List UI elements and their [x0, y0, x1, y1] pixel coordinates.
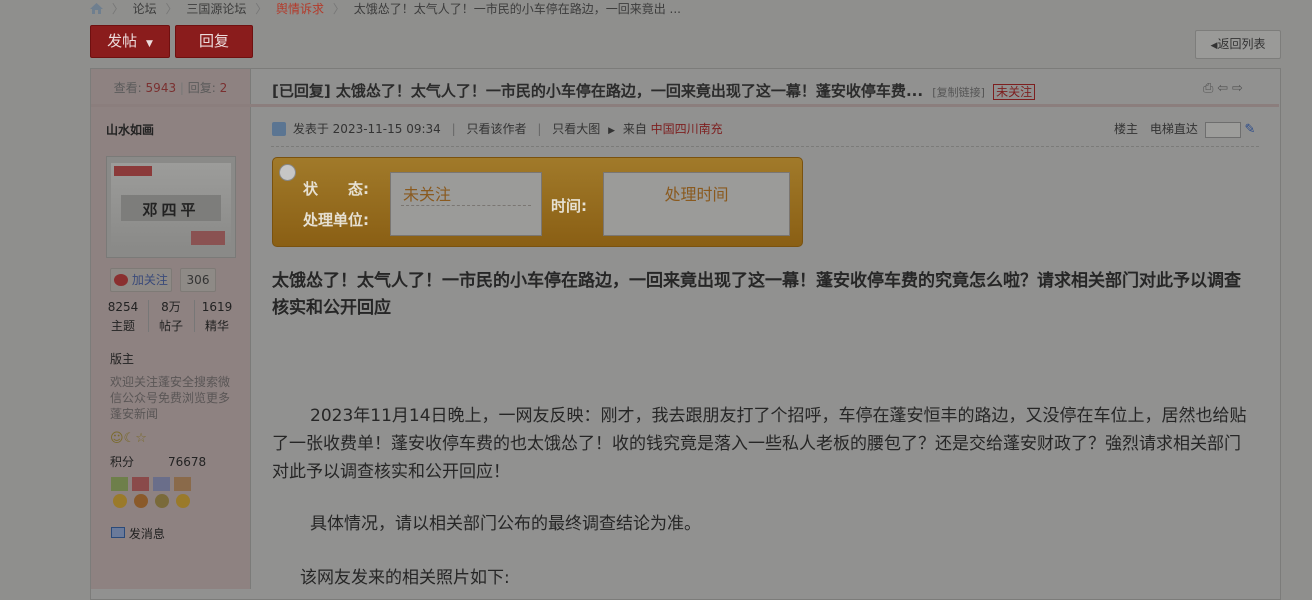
- column-divider: [250, 69, 251, 589]
- weibo-icon: [114, 274, 128, 286]
- back-to-list-button[interactable]: ◀返回列表: [1195, 30, 1281, 59]
- reply-button[interactable]: 回复: [175, 25, 253, 58]
- triangle-right-icon: ▶: [608, 126, 615, 136]
- breadcrumb-sanguoyuan[interactable]: 三国源论坛: [186, 0, 246, 18]
- points-label: 积分: [110, 455, 135, 469]
- status-gear-icon: [279, 164, 296, 181]
- thread-stats: 查看: 5943 | 回复: 2: [113, 81, 228, 95]
- status-value: 未关注: [403, 185, 452, 204]
- author-name[interactable]: 山水如画: [106, 121, 154, 138]
- post-headline: 太饿怂了！太气人了！一市民的小车停在路边，一回来竟出现了这一幕！蓬安收停车费的究…: [272, 271, 1241, 318]
- status-field-divider: [401, 205, 531, 206]
- status-label: 状 态:: [303, 180, 369, 198]
- time-value: 处理时间: [664, 185, 729, 204]
- level-icons: ☺☾☆: [110, 431, 147, 446]
- post-paragraph-1: 2023年11月14日晚上，一网友反映：刚才，我去跟朋友打了个招呼，车停在蓬安恒…: [272, 406, 1247, 482]
- home-icon[interactable]: [90, 0, 103, 19]
- avatar-image: 邓四平: [111, 163, 231, 249]
- stat-posts[interactable]: 8万 帖子: [146, 299, 196, 335]
- jump-pen-icon[interactable]: ✎: [1245, 122, 1256, 137]
- printer-icon[interactable]: ⎙: [1203, 81, 1213, 96]
- post-paragraph-2: 具体情况，请以相关部门公布的最终调查结论为准。: [310, 514, 701, 534]
- post-paragraph-3: 该网友发来的相关照片如下:: [300, 568, 510, 588]
- elevator-label: 电梯直达: [1149, 122, 1198, 136]
- avatar-text: 邓四平: [142, 201, 200, 219]
- location-link[interactable]: 中国四川南充: [651, 122, 723, 136]
- prev-arrow-icon[interactable]: ⇦: [1217, 81, 1228, 96]
- medal-icon: [110, 476, 192, 510]
- header-divider: [91, 104, 1279, 107]
- floor-tools: 楼主 电梯直达 ✎: [1114, 121, 1255, 138]
- followers-count: 306: [180, 268, 216, 292]
- replies-count: 2: [219, 81, 228, 95]
- back-to-list-label: 返回列表: [1217, 37, 1266, 51]
- posted-label: 发表于: [292, 122, 329, 136]
- send-message-link[interactable]: 发消息: [111, 525, 165, 542]
- stat-digest[interactable]: 1619 精华: [192, 299, 242, 335]
- post-button-label: 发帖: [107, 32, 138, 50]
- time-field: 处理时间: [603, 172, 790, 236]
- chevron-down-icon: ▼: [145, 39, 153, 49]
- replies-label: 回复:: [187, 81, 216, 95]
- time-label: 时间:: [551, 197, 587, 215]
- avatar-logo: [114, 166, 152, 176]
- author-only-link[interactable]: 只看该作者: [467, 122, 527, 136]
- unit-label: 处理单位:: [303, 211, 369, 229]
- status-box: 状 态: 处理单位: 未关注 时间: 处理时间: [272, 157, 803, 247]
- post-button[interactable]: 发帖 ▼: [90, 25, 170, 58]
- copy-link[interactable]: [复制链接]: [932, 86, 985, 99]
- breadcrumb-current: 太饿怂了！太气人了！一市民的小车停在路边，一回来竟出 ...: [353, 2, 681, 16]
- views-label: 查看:: [113, 81, 142, 95]
- stat-posts-label: 帖子: [158, 319, 183, 333]
- user-post-icon: [272, 122, 286, 136]
- follow-status-badge: 未关注: [993, 84, 1036, 100]
- next-arrow-icon[interactable]: ⇨: [1232, 81, 1243, 96]
- author-role: 版主: [110, 352, 135, 366]
- stat-topics[interactable]: 8254 主题: [98, 299, 148, 335]
- stat-topics-label: 主题: [110, 319, 135, 333]
- avatar-red-tag: [191, 231, 225, 245]
- views-count: 5943: [145, 81, 177, 95]
- points-value: 76678: [168, 455, 207, 469]
- mail-icon: [111, 527, 125, 538]
- status-field: 未关注: [390, 172, 542, 236]
- breadcrumb-complaints[interactable]: 舆情诉求: [276, 0, 324, 18]
- post-meta: 发表于 2023-11-15 09:34 | 只看该作者 | 只看大图 ▶ 来自…: [272, 121, 723, 137]
- stat-posts-value: 8万: [161, 300, 181, 314]
- breadcrumb-forum[interactable]: 论坛: [133, 0, 157, 18]
- post-title-row: [已回复] 太饿怂了！太气人了！一市民的小车停在路边，一回来竟出现了这一幕！蓬安…: [272, 80, 1036, 101]
- stat-topics-value: 8254: [107, 300, 139, 314]
- author-signature: 欢迎关注蓬安全搜索微信公众号免费浏览更多蓬安新闻: [110, 375, 231, 421]
- floor-label: 楼主: [1114, 122, 1139, 136]
- meta-divider: [271, 146, 1259, 147]
- posted-time: 2023-11-15 09:34: [332, 122, 441, 136]
- big-image-link[interactable]: 只看大图: [552, 122, 600, 136]
- page-title: [已回复] 太饿怂了！太气人了！一市民的小车停在路边，一回来竟出现了这一幕！蓬安…: [272, 82, 924, 100]
- stat-digest-label: 精华: [204, 319, 229, 333]
- floor-jump-input[interactable]: [1204, 121, 1241, 138]
- send-message-label: 发消息: [128, 527, 165, 541]
- title-tools: ⎙ ⇦ ⇨: [1203, 81, 1243, 96]
- stat-digest-value: 1619: [201, 300, 233, 314]
- breadcrumb: 〉 论坛 〉 三国源论坛 〉 舆情诉求 〉 太饿怂了！太气人了！一市民的小车停在…: [90, 0, 681, 18]
- from-label: 来自: [622, 122, 647, 136]
- avatar[interactable]: 邓四平: [106, 156, 236, 258]
- follow-label: 加关注: [131, 273, 168, 287]
- follow-button[interactable]: 加关注: [110, 268, 172, 292]
